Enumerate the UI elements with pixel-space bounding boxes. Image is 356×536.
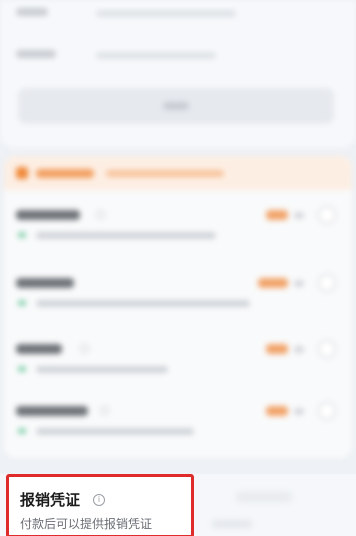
service-unit [294,212,304,219]
service-row[interactable] [16,206,342,254]
service-radio[interactable] [318,206,336,224]
submit-button-label [163,102,189,110]
service-row[interactable] [16,274,342,322]
check-icon [18,232,26,238]
service-row[interactable] [16,340,342,388]
service-header [4,156,352,190]
receipt-description: 付款后可以提供报销凭证 [20,517,153,531]
service-price [266,210,288,220]
blurred-option [236,492,292,502]
service-row[interactable] [16,402,342,450]
info-icon[interactable] [80,344,89,353]
check-icon [18,366,26,372]
form-row-1[interactable] [16,8,236,18]
form-label [16,8,96,18]
service-title [16,210,80,220]
service-price [258,278,288,288]
form-value [96,9,236,17]
service-desc [36,428,194,435]
service-title [16,278,74,288]
service-radio[interactable] [318,274,336,292]
receipt-title: 报销凭证 [20,491,81,509]
service-desc [36,300,250,307]
service-title [16,406,88,416]
shield-icon [16,167,28,179]
info-icon[interactable] [96,210,105,219]
check-icon [18,300,26,306]
service-header-title [36,168,94,178]
service-header-subtitle [106,169,224,177]
info-icon[interactable] [100,406,109,415]
service-card [4,156,352,458]
blurred-option [212,520,252,528]
service-price [266,406,288,416]
service-desc [36,232,216,239]
service-desc [36,366,168,373]
form-card [0,0,356,148]
service-unit [294,408,304,415]
service-radio[interactable] [318,340,336,358]
service-unit [294,280,304,287]
form-row-2[interactable] [16,50,216,60]
service-title [16,344,62,354]
form-label [16,50,96,60]
check-icon [18,428,26,434]
service-unit [294,346,304,353]
info-icon[interactable]: i [93,494,105,506]
service-radio[interactable] [318,402,336,420]
receipt-option[interactable]: 报销凭证 i 付款后可以提供报销凭证 [6,474,194,536]
service-price [266,344,288,354]
form-value [96,51,216,59]
submit-button[interactable] [18,88,334,124]
